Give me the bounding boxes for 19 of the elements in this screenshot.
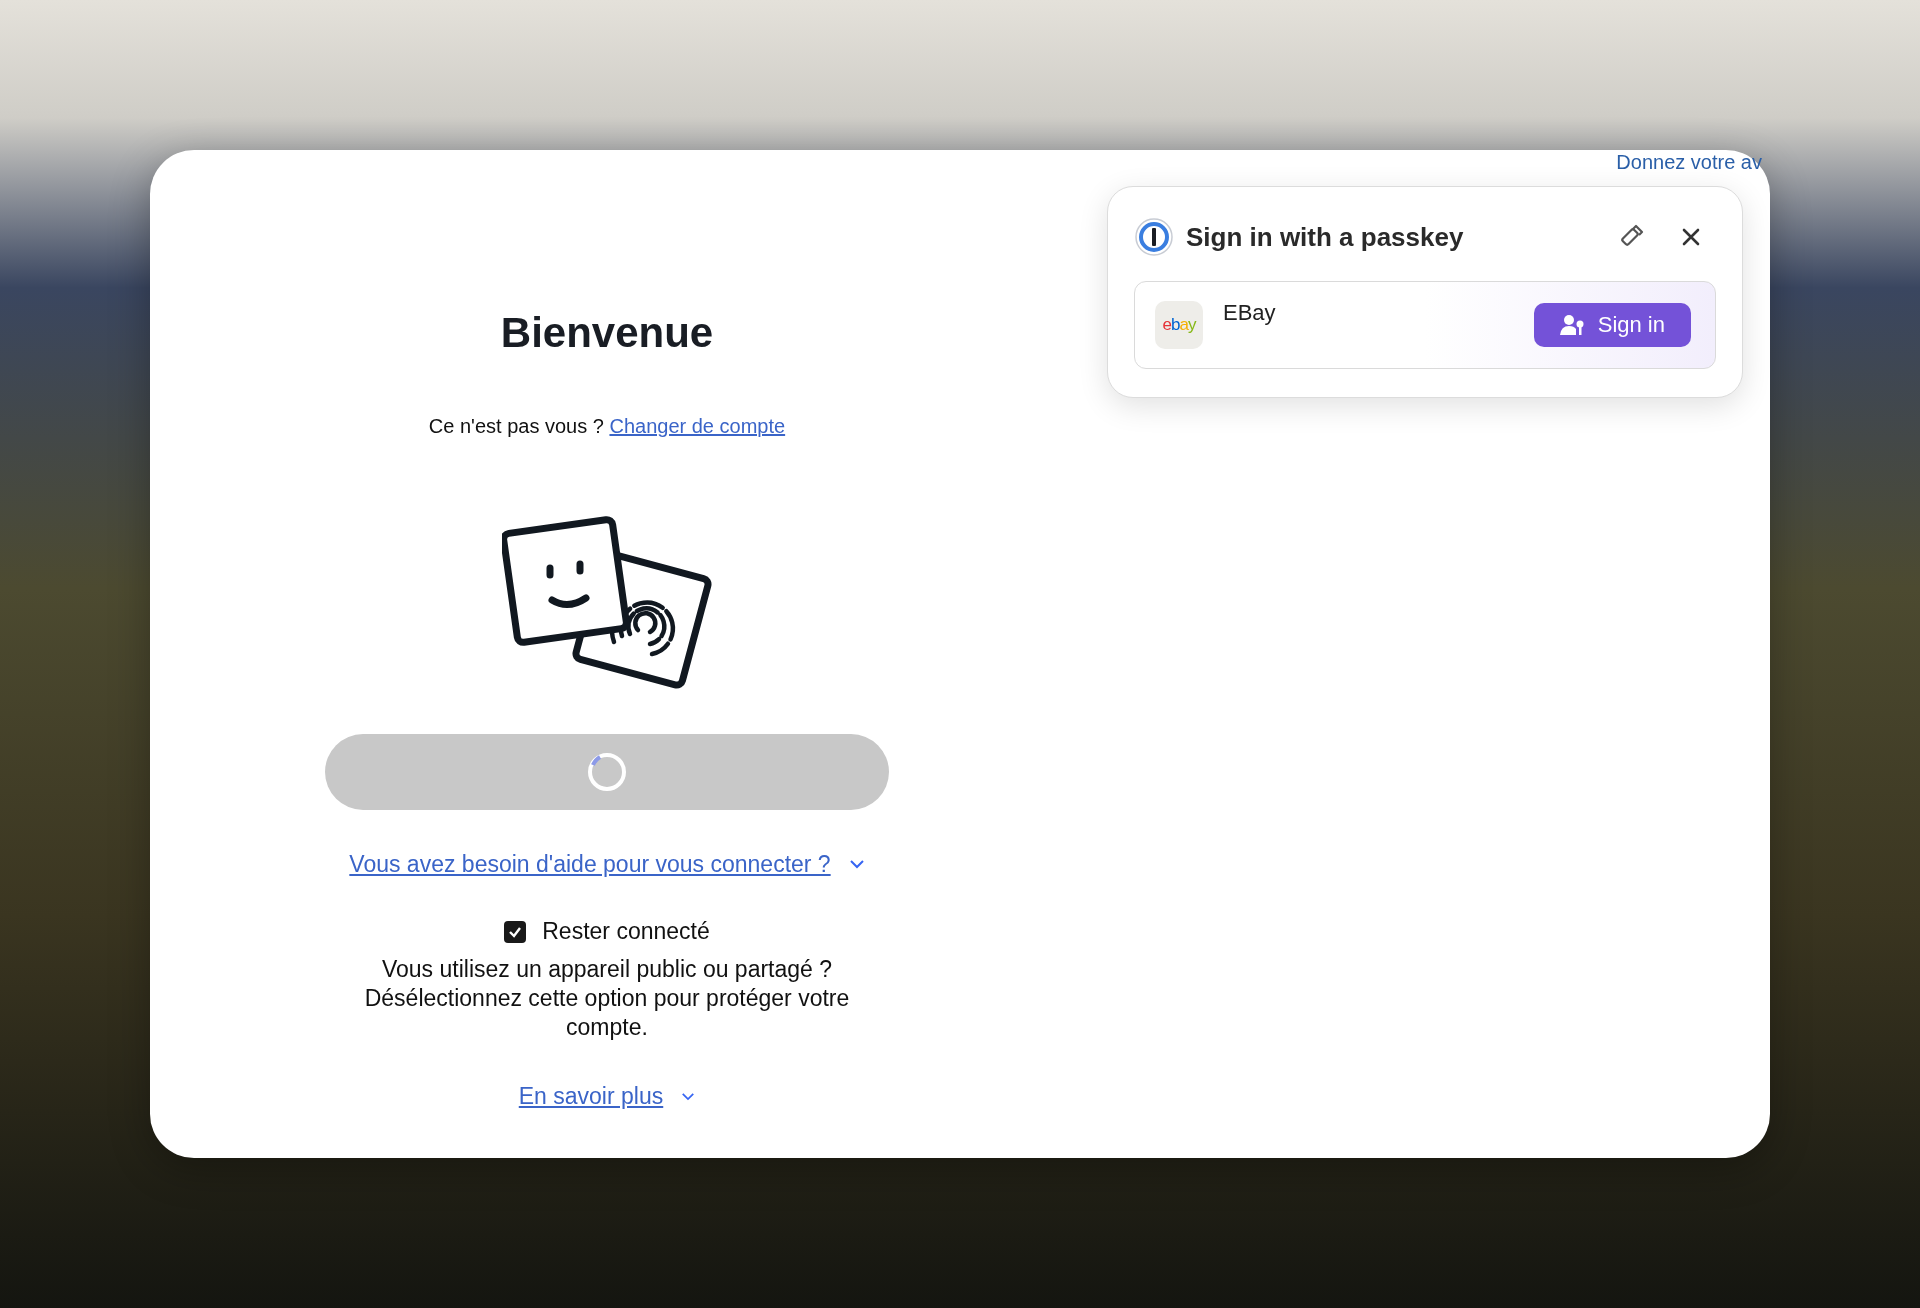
sign-in-button[interactable]: Sign in (1533, 303, 1691, 347)
chevron-down-icon[interactable] (848, 859, 865, 869)
switch-account-link[interactable]: Changer de compte (609, 415, 786, 437)
not-you-text: Ce n'est pas vous ? (428, 415, 604, 437)
checkbox-label: Rester connecté (542, 918, 710, 945)
loading-spinner-icon (586, 751, 628, 793)
close-icon[interactable] (1680, 226, 1702, 248)
help-link[interactable]: Vous avez besoin d'aide pour vous connecter ? (349, 850, 831, 878)
feedback-link[interactable]: Donnez votre av (1616, 150, 1762, 174)
learn-more-link[interactable]: En savoir plus (518, 1082, 664, 1110)
notice-text: Vous utilisez un appareil public ou partagé ? Désélectionnez cette option pour protéger votre compte. (363, 955, 851, 1042)
popup-title: Sign in with a passkey (1186, 221, 1465, 253)
account-logo: ebay (1155, 301, 1203, 349)
checkbox[interactable] (504, 920, 527, 943)
account-name: EBay (1223, 300, 1277, 326)
chevron-down-icon[interactable] (681, 1091, 696, 1101)
page-title: Bienvenue (500, 308, 714, 358)
person-key-icon (1559, 314, 1586, 336)
password-manager-logo-icon (1134, 217, 1174, 257)
